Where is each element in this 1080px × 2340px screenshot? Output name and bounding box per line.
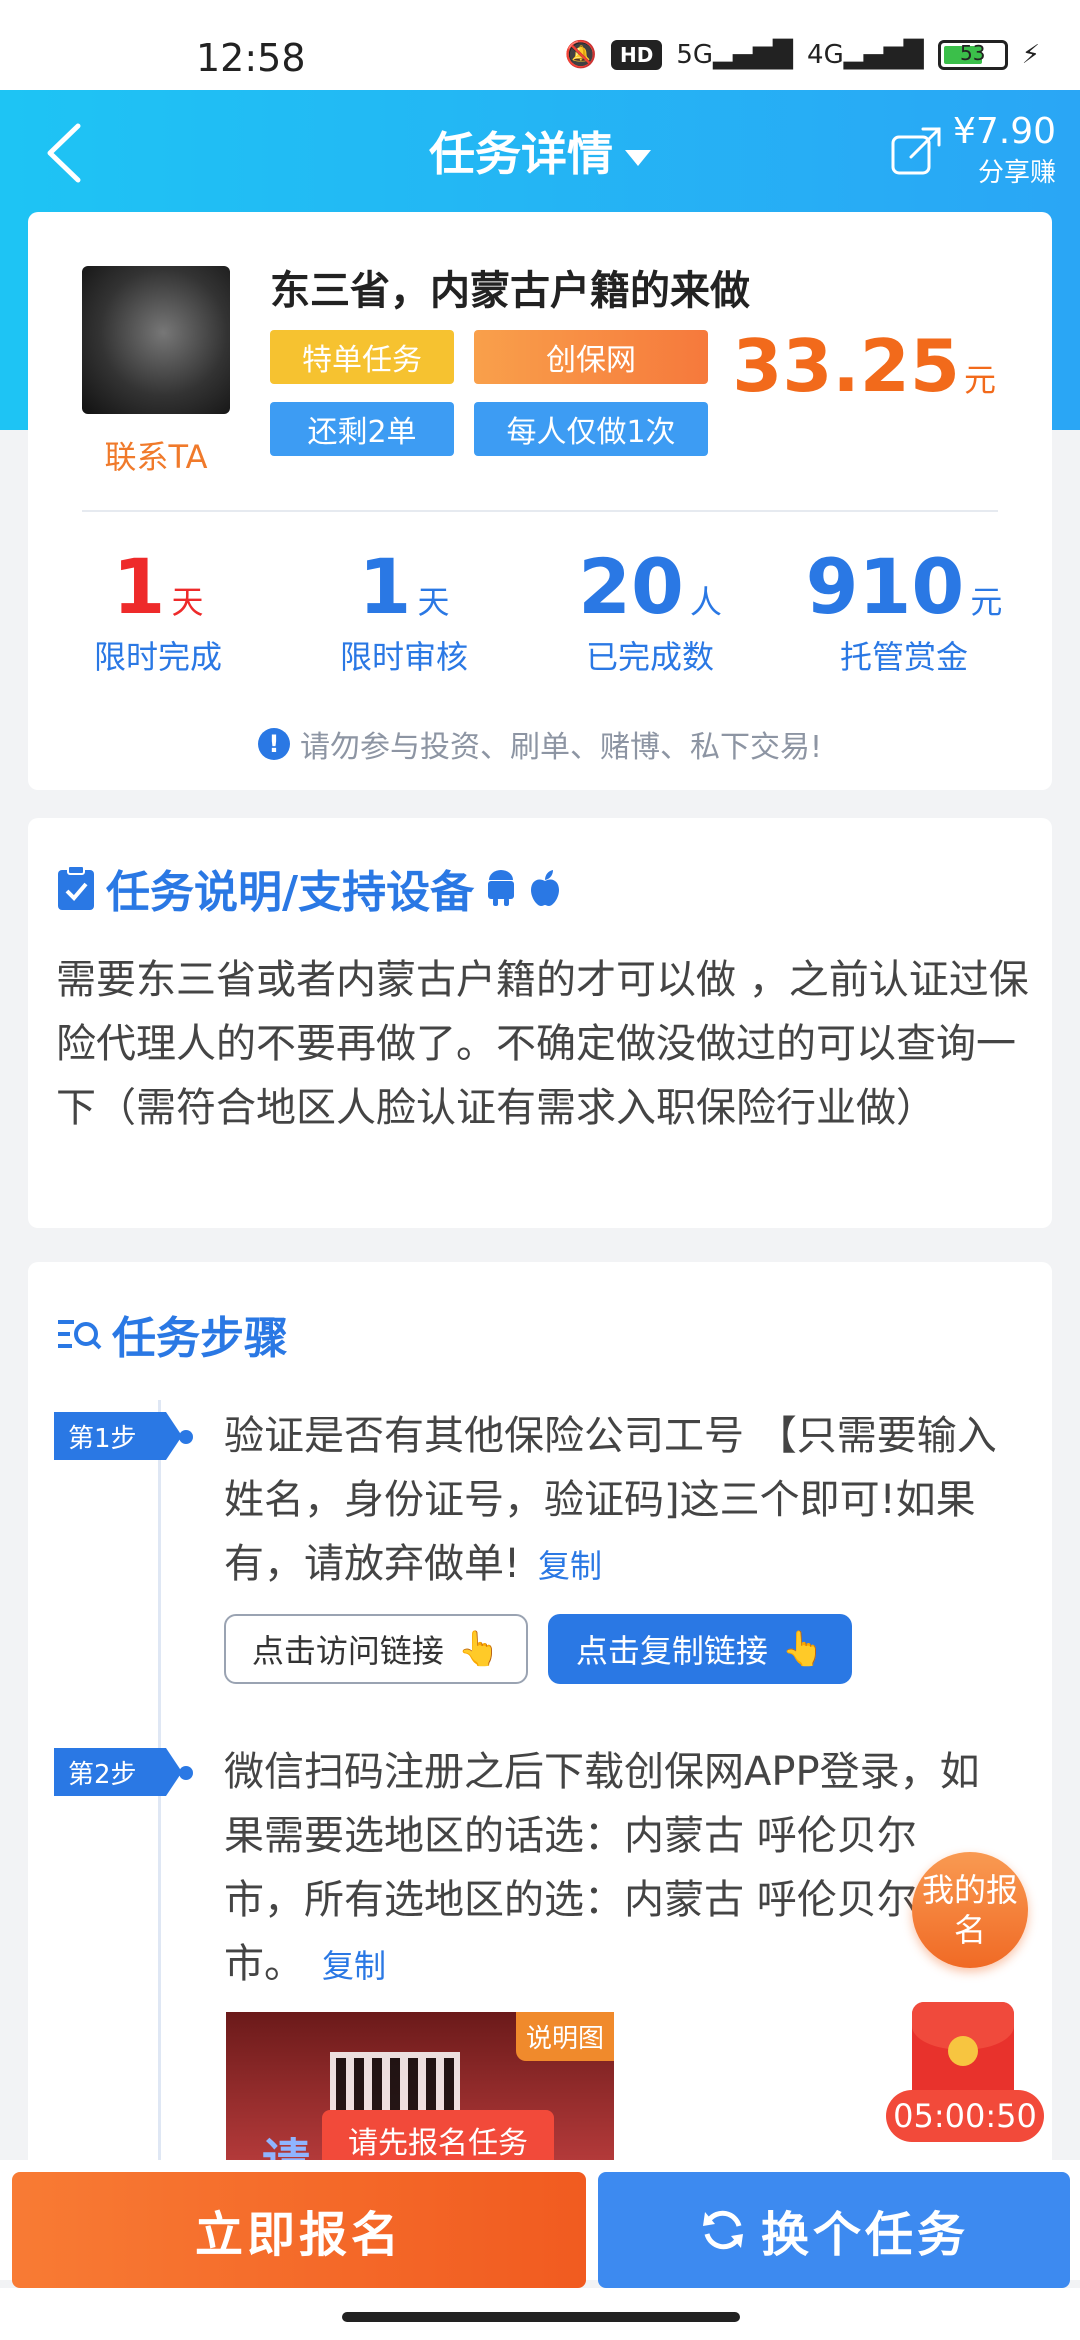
signup-now-button[interactable]: 立即报名 (12, 2172, 586, 2288)
tag-remaining: 还剩2单 (270, 402, 454, 456)
refresh-icon (702, 2210, 743, 2250)
info-icon: ! (257, 728, 290, 760)
steps-title: 任务步骤 (56, 1302, 288, 1366)
signal-5g-icon: 5G▂▄▆█ (676, 40, 794, 70)
step-2-text: 微信扫码注册之后下载创保网APP登录，如果需要选地区的话选：内蒙古 呼伦贝尔市，… (224, 1749, 980, 1987)
tag-special: 特单任务 (270, 330, 454, 384)
apple-icon (531, 870, 560, 906)
step-1-dot (179, 1430, 193, 1444)
tag-limit: 每人仅做1次 (474, 402, 708, 456)
share-earn-button[interactable]: ¥7.90 分享赚 (889, 112, 1056, 189)
share-amount: ¥7.90 (952, 111, 1056, 152)
battery-icon: 53 (937, 40, 1008, 70)
description-text: 需要东三省或者内蒙古户籍的才可以做 ，之前认证过保险代理人的不要再做了。不确定做… (56, 957, 1029, 1131)
charging-icon: ⚡ (1021, 40, 1040, 70)
contact-button[interactable]: 联系TA (82, 432, 230, 478)
step-2-dot (179, 1766, 193, 1780)
stat-complete-time: 1天 限时完成 (93, 542, 222, 676)
stat-completed-count: 20 人 已完成数 (578, 542, 722, 676)
hand-pointer-icon: 👆 (457, 1629, 501, 1669)
step-1-tag: 第1步 (54, 1412, 182, 1460)
mute-icon: 🔕 (564, 40, 598, 70)
hd-icon: HD (611, 40, 663, 70)
signal-4g-icon: 4G▂▄▆█ (807, 40, 924, 70)
stat-escrow-reward: 910 元 托管赏金 (805, 542, 1003, 676)
share-icon (891, 127, 941, 174)
status-bar: 12:58 🔕 HD 5G▂▄▆█ 4G▂▄▆█ 53 ⚡ (0, 0, 1080, 90)
change-task-button[interactable]: 换个任务 (598, 2172, 1070, 2288)
countdown-timer: 05:00:50 (886, 2090, 1044, 2142)
clipboard-icon (58, 865, 94, 910)
android-icon (488, 870, 515, 906)
chevron-down-icon (625, 149, 651, 166)
description-title: 任务说明/支持设备 (56, 856, 562, 920)
step-1-text: 验证是否有其他保险公司工号 【只需要输入姓名，身份证号，验证码]这三个即可!如果… (224, 1413, 997, 1587)
status-time: 12:58 (196, 36, 306, 80)
description-card: 任务说明/支持设备 需要东三省或者内蒙古户籍的才可以做 ，之前认证过保险代理人的… (28, 818, 1052, 1228)
instruction-image-text: 请 (262, 2134, 311, 2162)
my-signup-button[interactable]: 我的报名 (912, 1852, 1028, 1968)
instruction-image-badge: 说明图 (515, 2012, 614, 2061)
stat-review-time: 1天 限时审核 (339, 542, 468, 676)
share-label: 分享赚 (977, 158, 1056, 188)
task-price: 33.25 元 (732, 324, 996, 408)
step-1-copy-link[interactable]: 复制 (538, 1547, 602, 1585)
list-search-icon (58, 1320, 102, 1350)
task-summary-card: 联系TA 东三省，内蒙古户籍的来做 特单任务 创保网 还剩2单 每人仅做1次 3… (28, 212, 1052, 790)
tag-platform: 创保网 (474, 330, 708, 384)
hand-pointer-icon: 👆 (781, 1629, 825, 1669)
avatar[interactable] (82, 266, 230, 414)
divider (82, 510, 998, 512)
step-2-copy-link[interactable]: 复制 (322, 1947, 386, 1985)
task-title: 东三省，内蒙古户籍的来做 (270, 268, 750, 314)
copy-link-button[interactable]: 点击复制链接 👆 (548, 1614, 852, 1684)
home-indicator[interactable] (342, 2312, 740, 2322)
visit-link-button[interactable]: 点击访问链接 👆 (224, 1614, 528, 1684)
step-2-tag: 第2步 (54, 1748, 182, 1796)
warning-notice: ! 请勿参与投资、刷单、赌博、私下交易! (28, 722, 1052, 766)
status-icons: 🔕 HD 5G▂▄▆█ 4G▂▄▆█ 53 ⚡ (565, 40, 1040, 70)
